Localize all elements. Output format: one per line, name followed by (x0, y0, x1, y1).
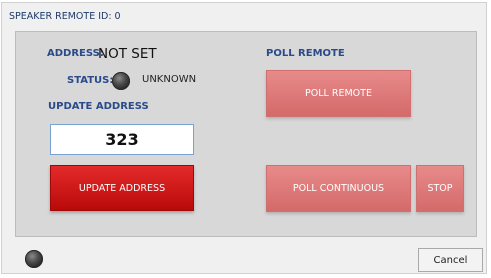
address-input[interactable] (50, 124, 194, 155)
poll-continuous-button[interactable]: POLL CONTINUOUS (266, 165, 411, 212)
status-led-icon (112, 72, 130, 90)
connection-led-icon (25, 250, 43, 268)
status-label: STATUS: (67, 75, 114, 86)
stop-button[interactable]: STOP (416, 165, 464, 212)
window-title: SPEAKER REMOTE ID: 0 (9, 11, 121, 22)
cancel-button[interactable]: Cancel (418, 248, 483, 272)
poll-remote-label: POLL REMOTE (266, 48, 345, 59)
poll-remote-button[interactable]: POLL REMOTE (266, 70, 411, 117)
status-value: UNKNOWN (142, 74, 197, 85)
update-address-label: UPDATE ADDRESS (48, 101, 149, 112)
address-label: ADDRESS: (47, 48, 104, 59)
update-address-button[interactable]: UPDATE ADDRESS (50, 165, 194, 211)
address-value: NOT SET (98, 46, 157, 62)
